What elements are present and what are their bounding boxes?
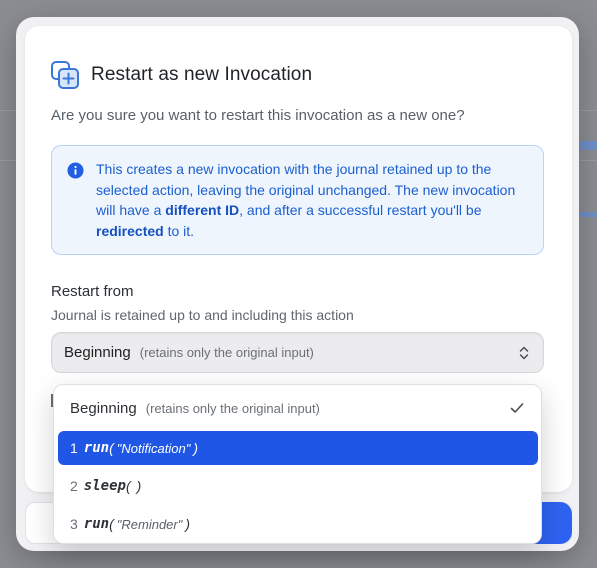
restart-from-label: Restart from bbox=[51, 283, 134, 300]
option-paren-close: ) bbox=[136, 478, 142, 494]
option-number: 3 bbox=[70, 516, 78, 532]
info-text-part: to it. bbox=[163, 222, 195, 239]
option-label: Beginning bbox=[70, 399, 137, 417]
option-paren-open: ( bbox=[125, 478, 131, 494]
select-note: (retains only the original input) bbox=[139, 345, 314, 360]
info-icon bbox=[67, 162, 84, 179]
option-paren-close: ) bbox=[185, 516, 191, 532]
dropdown-option-beginning[interactable]: Beginning (retains only the original inp… bbox=[58, 391, 538, 425]
option-number: 1 bbox=[70, 440, 78, 456]
restart-from-hint: Journal is retained up to and including … bbox=[51, 307, 354, 323]
restart-from-select[interactable]: Beginning (retains only the original inp… bbox=[51, 332, 544, 373]
dropdown-option-3[interactable]: 3 run ( "Reminder" ) bbox=[58, 507, 538, 541]
restart-from-dropdown: Beginning (retains only the original inp… bbox=[53, 384, 542, 544]
info-callout: This creates a new invocation with the j… bbox=[51, 145, 544, 255]
select-value: Beginning bbox=[64, 344, 131, 361]
option-paren-open: ( bbox=[109, 516, 114, 532]
option-function: sleep bbox=[83, 478, 126, 494]
dialog-header: Restart as new Invocation bbox=[50, 60, 312, 90]
option-paren-close: ) bbox=[193, 440, 198, 456]
dialog-title: Restart as new Invocation bbox=[91, 64, 313, 85]
option-argument: "Notification" bbox=[116, 440, 191, 456]
info-text: This creates a new invocation with the j… bbox=[96, 159, 536, 241]
option-paren-open: ( bbox=[109, 440, 114, 456]
option-note: (retains only the original input) bbox=[145, 400, 320, 416]
info-text-different-id: different ID bbox=[165, 202, 240, 218]
info-text-part: , and after a successful restart you'll … bbox=[239, 202, 482, 218]
dropdown-option-2[interactable]: 2 sleep ( ) bbox=[58, 469, 538, 503]
option-argument: "Reminder" bbox=[116, 516, 183, 532]
option-number: 2 bbox=[70, 478, 78, 494]
dropdown-option-1[interactable]: 1 run ( "Notification" ) bbox=[58, 431, 538, 465]
dialog-subtitle: Are you sure you want to restart this in… bbox=[51, 107, 465, 124]
info-text-redirected: redirected bbox=[96, 222, 164, 239]
chevron-up-down-icon bbox=[519, 346, 529, 360]
check-icon bbox=[510, 403, 524, 413]
copy-plus-icon bbox=[51, 61, 79, 89]
option-function: run bbox=[83, 440, 110, 456]
option-function: run bbox=[83, 516, 110, 532]
